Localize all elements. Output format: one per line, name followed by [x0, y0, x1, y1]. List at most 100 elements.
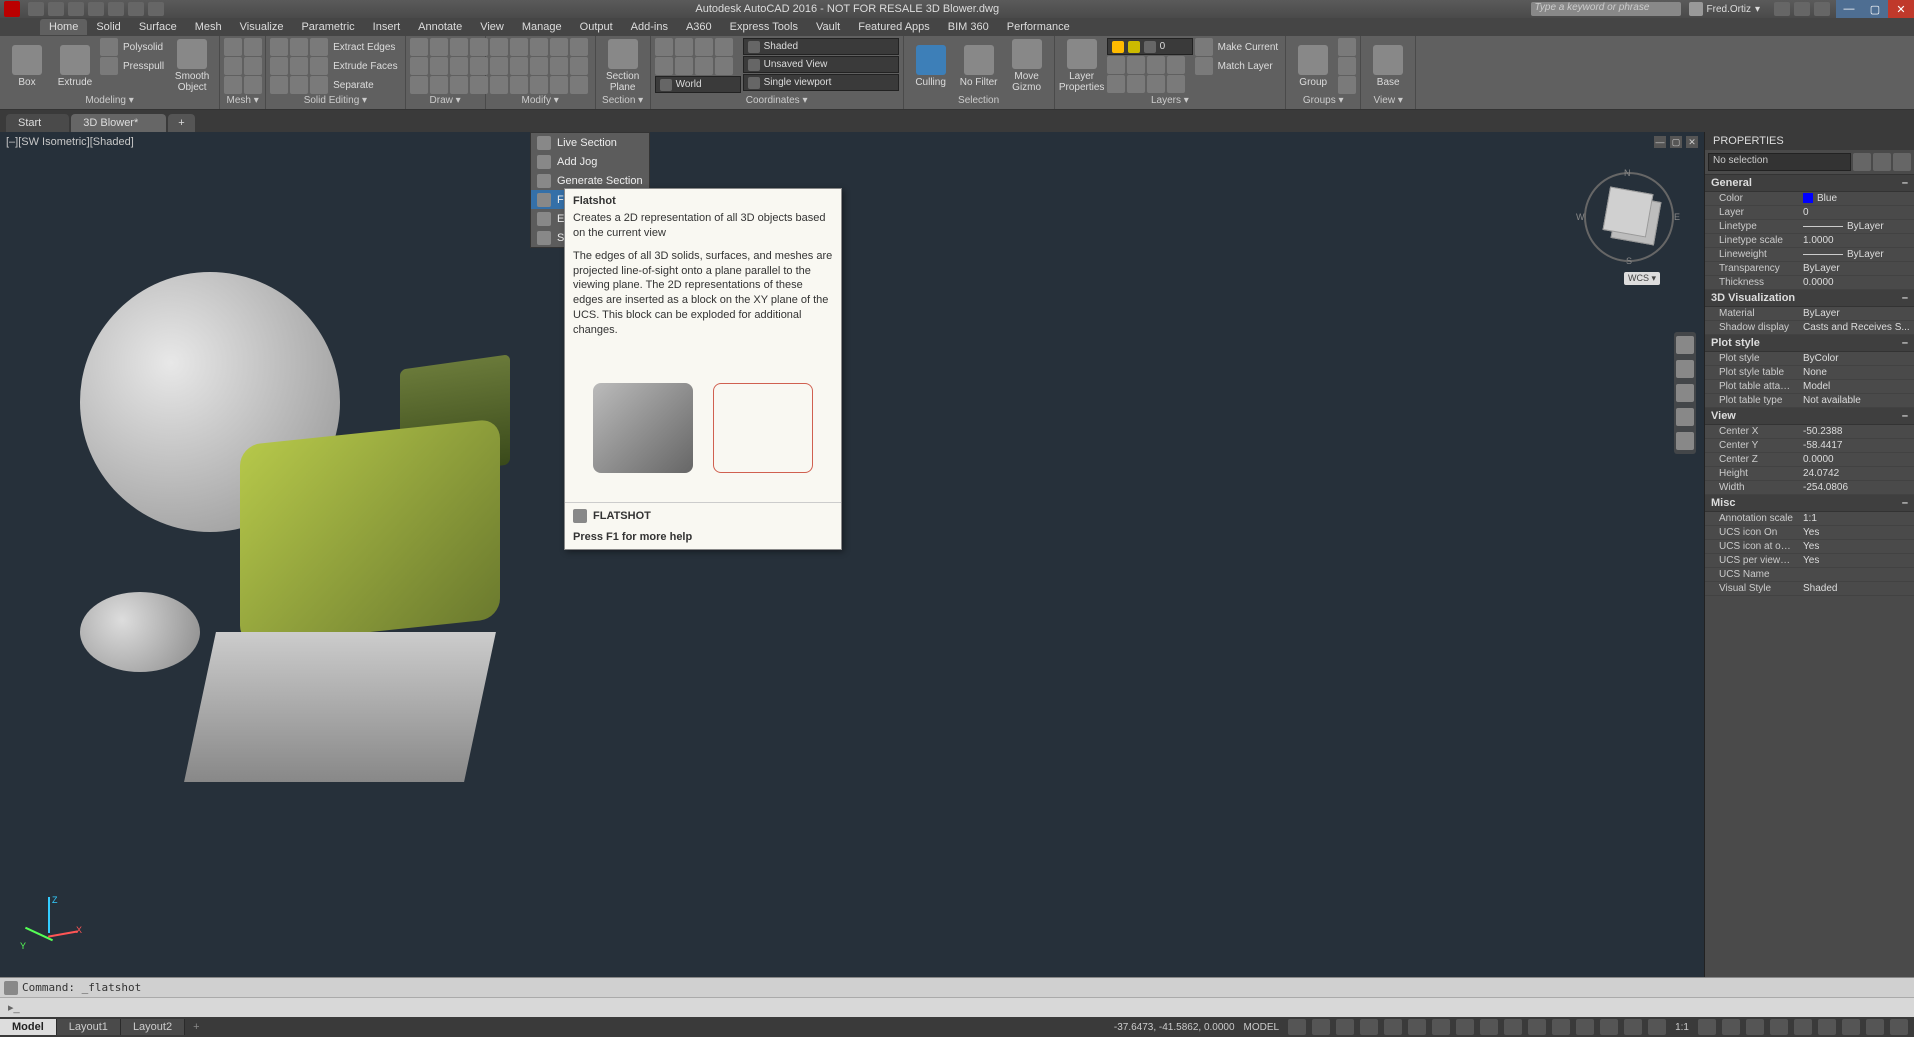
- subtract-icon[interactable]: [290, 38, 308, 56]
- layer-icon8[interactable]: [1167, 75, 1185, 93]
- tab-vault[interactable]: Vault: [807, 19, 849, 35]
- ellipse-icon[interactable]: [430, 57, 448, 75]
- prop-row[interactable]: MaterialByLayer: [1705, 307, 1914, 321]
- status-lockui-icon[interactable]: [1794, 1019, 1812, 1035]
- status-annomon-icon[interactable]: [1722, 1019, 1740, 1035]
- break-icon[interactable]: [570, 76, 588, 94]
- status-workspace-icon[interactable]: [1698, 1019, 1716, 1035]
- prop-row[interactable]: UCS Name: [1705, 568, 1914, 582]
- tab-a360[interactable]: A360: [677, 19, 721, 35]
- qat-plot-icon[interactable]: [108, 2, 124, 16]
- status-polar-icon[interactable]: [1360, 1019, 1378, 1035]
- ucs-icon7[interactable]: [695, 57, 713, 75]
- prop-row[interactable]: UCS icon OnYes: [1705, 526, 1914, 540]
- trim-icon[interactable]: [530, 38, 548, 56]
- hatch-icon[interactable]: [410, 76, 428, 94]
- 3d-model[interactable]: [40, 232, 560, 792]
- pan-icon[interactable]: [1676, 360, 1694, 378]
- togglepim-icon[interactable]: [1893, 153, 1911, 171]
- status-model[interactable]: MODEL: [1241, 1022, 1283, 1033]
- tab-bim360[interactable]: BIM 360: [939, 19, 998, 35]
- close-button[interactable]: ✕: [1888, 0, 1914, 18]
- mesh-icon5[interactable]: [224, 76, 242, 94]
- tab-output[interactable]: Output: [571, 19, 622, 35]
- prop-row[interactable]: UCS icon at ori...Yes: [1705, 540, 1914, 554]
- steering-wheel-icon[interactable]: [1676, 336, 1694, 354]
- rect-icon[interactable]: [410, 57, 428, 75]
- prop-row[interactable]: LinetypeByLayer: [1705, 220, 1914, 234]
- tab-parametric[interactable]: Parametric: [292, 19, 363, 35]
- copy-icon[interactable]: [570, 38, 588, 56]
- layer-icon2[interactable]: [1127, 56, 1145, 74]
- scale-icon[interactable]: [570, 57, 588, 75]
- vp-maximize-icon[interactable]: ▢: [1670, 136, 1682, 148]
- status-filtering-icon[interactable]: [1576, 1019, 1594, 1035]
- tab-annotate[interactable]: Annotate: [409, 19, 471, 35]
- prop-row[interactable]: Visual StyleShaded: [1705, 582, 1914, 596]
- layer-icon4[interactable]: [1167, 56, 1185, 74]
- status-units-icon[interactable]: [1746, 1019, 1764, 1035]
- viewcube[interactable]: NSWE: [1584, 172, 1674, 262]
- prop-row[interactable]: Thickness0.0000: [1705, 276, 1914, 290]
- layer-icon1[interactable]: [1107, 56, 1125, 74]
- gizmo-button[interactable]: Move Gizmo: [1004, 38, 1050, 94]
- layer-icon6[interactable]: [1127, 75, 1145, 93]
- intersect-icon[interactable]: [270, 57, 288, 75]
- smooth-object-button[interactable]: Smooth Object: [169, 38, 215, 94]
- qat-saveas-icon[interactable]: [88, 2, 104, 16]
- prop-row[interactable]: Annotation scale1:1: [1705, 512, 1914, 526]
- erase-icon[interactable]: [550, 38, 568, 56]
- viewport-label[interactable]: [–][SW Isometric][Shaded]: [6, 136, 134, 148]
- qat-open-icon[interactable]: [48, 2, 64, 16]
- group-button[interactable]: Group: [1290, 38, 1336, 94]
- layout-tab-layout1[interactable]: Layout1: [57, 1019, 121, 1035]
- status-ducs-icon[interactable]: [1552, 1019, 1570, 1035]
- ucs-icon8[interactable]: [715, 57, 733, 75]
- status-lwt-icon[interactable]: [1480, 1019, 1498, 1035]
- status-grid-icon[interactable]: [1288, 1019, 1306, 1035]
- command-line[interactable]: ▸_: [0, 997, 1914, 1017]
- maximize-button[interactable]: ▢: [1862, 0, 1888, 18]
- tab-manage[interactable]: Manage: [513, 19, 571, 35]
- nofilter-button[interactable]: No Filter: [956, 38, 1002, 94]
- user-account[interactable]: Fred.Ortiz▾: [1689, 2, 1760, 16]
- prop-row[interactable]: Shadow displayCasts and Receives S...: [1705, 321, 1914, 335]
- prop-row[interactable]: Width-254.0806: [1705, 481, 1914, 495]
- prop-row[interactable]: LineweightByLayer: [1705, 248, 1914, 262]
- extrude-button[interactable]: Extrude: [52, 38, 98, 94]
- filetab-add[interactable]: +: [168, 114, 194, 132]
- selection-dropdown[interactable]: No selection: [1708, 153, 1851, 171]
- layer-icon7[interactable]: [1147, 75, 1165, 93]
- tab-addins[interactable]: Add-ins: [622, 19, 677, 35]
- status-scale[interactable]: 1:1: [1672, 1022, 1692, 1033]
- array-icon[interactable]: [490, 76, 508, 94]
- prop-row[interactable]: ColorBlue: [1705, 192, 1914, 206]
- qat-redo-icon[interactable]: [148, 2, 164, 16]
- viewport[interactable]: [–][SW Isometric][Shaded] — ▢ ✕ ZXY NSWE…: [0, 132, 1704, 977]
- thicken-icon[interactable]: [290, 76, 308, 94]
- tab-featured[interactable]: Featured Apps: [849, 19, 939, 35]
- pline-icon[interactable]: [430, 38, 448, 56]
- match-layer-button[interactable]: Match Layer: [1195, 57, 1282, 75]
- tab-solid[interactable]: Solid: [87, 19, 129, 35]
- status-gizmo-icon[interactable]: [1600, 1019, 1618, 1035]
- fillet-icon[interactable]: [510, 57, 528, 75]
- infocenter-search[interactable]: Type a keyword or phrase: [1531, 2, 1681, 16]
- move-icon[interactable]: [490, 38, 508, 56]
- align-icon[interactable]: [530, 76, 548, 94]
- layout-tab-model[interactable]: Model: [0, 1019, 57, 1035]
- menuitem-live-section[interactable]: Live Section: [531, 133, 649, 152]
- region-icon[interactable]: [430, 76, 448, 94]
- ucs-world-dropdown[interactable]: World: [655, 76, 741, 93]
- prop-row[interactable]: UCS per viewportYes: [1705, 554, 1914, 568]
- prop-row[interactable]: Height24.0742: [1705, 467, 1914, 481]
- layer-properties-button[interactable]: Layer Properties: [1059, 38, 1105, 94]
- visual-style-dropdown[interactable]: Shaded: [743, 38, 899, 55]
- prop-row[interactable]: Plot styleByColor: [1705, 352, 1914, 366]
- tab-visualize[interactable]: Visualize: [231, 19, 293, 35]
- selectobjects-icon[interactable]: [1873, 153, 1891, 171]
- mesh-icon3[interactable]: [224, 57, 242, 75]
- status-osnap-icon[interactable]: [1384, 1019, 1402, 1035]
- line-icon[interactable]: [410, 38, 428, 56]
- status-autoscale-icon[interactable]: [1648, 1019, 1666, 1035]
